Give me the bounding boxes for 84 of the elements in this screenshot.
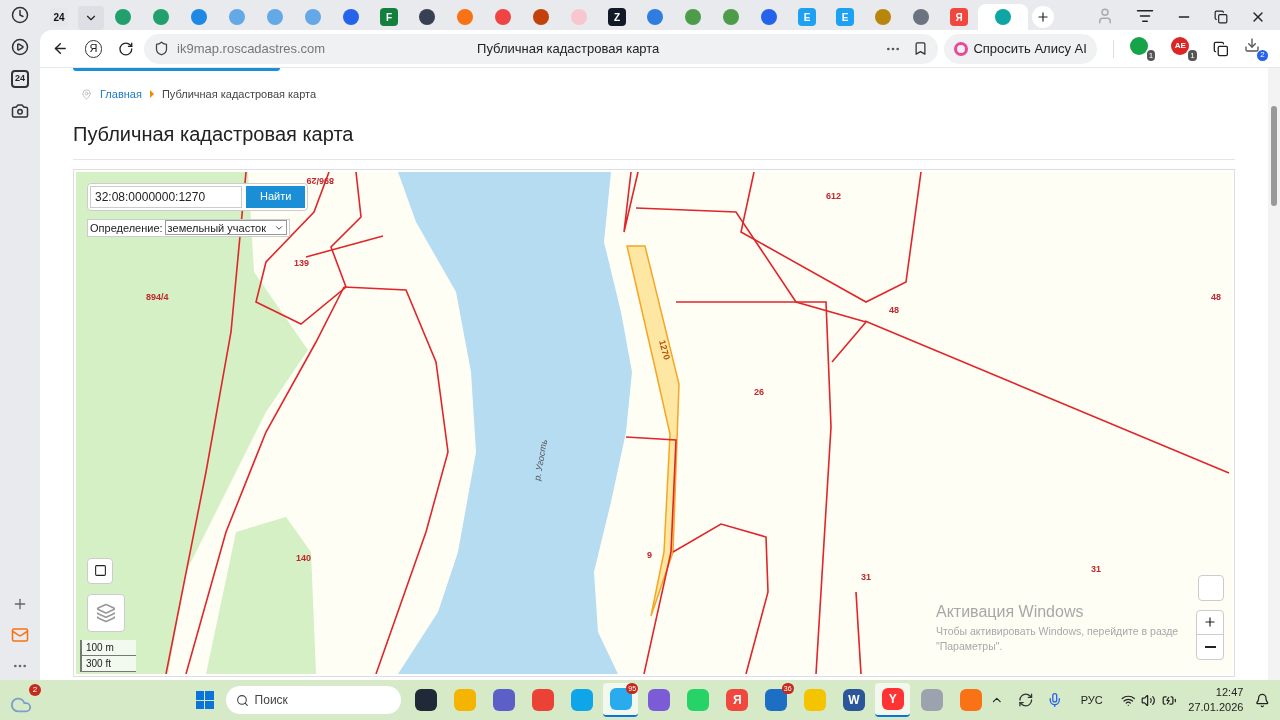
- downloads-button[interactable]: 2: [1244, 36, 1268, 61]
- app-icon: W: [842, 689, 865, 711]
- parcel-number: 894/4: [146, 291, 169, 302]
- page-title: Публичная кадастровая карта: [477, 39, 661, 58]
- selected-parcel[interactable]: [626, 244, 680, 617]
- browser-tab[interactable]: Z: [598, 4, 636, 30]
- count-badge: 2: [1257, 49, 1268, 61]
- clock[interactable]: 12:47 27.01.2026: [1188, 685, 1244, 715]
- activation-title: Активация Windows: [936, 601, 1085, 622]
- taskbar-app[interactable]: Я: [719, 683, 755, 717]
- history-icon[interactable]: [11, 6, 29, 24]
- breadcrumb-arrow-icon: [149, 90, 154, 99]
- parcel-number: 9: [647, 549, 652, 560]
- sync-icon[interactable]: [1017, 692, 1034, 708]
- restore-icon[interactable]: [1214, 10, 1228, 24]
- alice-icon: [954, 41, 969, 56]
- count-badge: 1: [1188, 49, 1197, 61]
- parcel-number: 31: [861, 571, 871, 582]
- plus-icon: [1203, 615, 1217, 629]
- new-tab-icon[interactable]: [1036, 10, 1050, 24]
- parcel-number: 48: [1211, 291, 1221, 302]
- parcel-number: 31: [1091, 563, 1101, 574]
- parcel-number: 612: [826, 190, 842, 201]
- parcel-number: 48: [889, 304, 899, 315]
- sidebar-app[interactable]: 24: [11, 70, 29, 88]
- language-indicator[interactable]: РУС: [1080, 691, 1103, 709]
- taskbar-app[interactable]: Y: [875, 683, 911, 717]
- favicon: Z: [608, 8, 626, 26]
- favicon: Я: [950, 8, 968, 26]
- app-icon: Y: [881, 688, 904, 710]
- activation-text: Чтобы активировать Windows, перейдите в разде: [936, 623, 1179, 639]
- url-text: ik9map.roscadastres.com: [177, 39, 327, 58]
- alice-button[interactable]: Спросить Алису AI: [944, 33, 1097, 64]
- notification-icon[interactable]: [1255, 692, 1270, 708]
- browser-tab[interactable]: Я: [940, 4, 978, 30]
- cadastral-number-field[interactable]: 32:08:0000000:1270: [90, 185, 242, 208]
- bookmark-icon[interactable]: [913, 41, 929, 56]
- download-icon: [1244, 36, 1261, 53]
- extension-button[interactable]: 1: [1129, 36, 1156, 61]
- reload-icon[interactable]: [118, 40, 135, 57]
- layers-button[interactable]: [87, 593, 125, 632]
- tab-list-icon[interactable]: [1136, 7, 1154, 25]
- extension-button[interactable]: AE 1: [1171, 36, 1197, 61]
- favicon: E: [798, 8, 816, 26]
- browser-tab[interactable]: F: [370, 4, 408, 30]
- scrollbar[interactable]: [1268, 68, 1280, 680]
- back-icon[interactable]: [52, 40, 69, 57]
- weather-widget[interactable]: 2: [10, 684, 41, 716]
- parcel-number: 896/29: [306, 175, 334, 186]
- page-heading: Публичная кадастровая карта: [73, 118, 1235, 160]
- mail-icon[interactable]: [11, 626, 29, 644]
- definition-select[interactable]: земельный участок: [164, 220, 287, 236]
- search-icon: [235, 693, 249, 707]
- layers-icon: [96, 602, 116, 623]
- add-icon[interactable]: [12, 596, 28, 612]
- start-icon[interactable]: [196, 691, 214, 709]
- camera-icon[interactable]: [11, 102, 29, 120]
- taskbar-search[interactable]: Поиск: [225, 686, 401, 714]
- parcel-number: 26: [754, 386, 764, 397]
- volume-icon[interactable]: [1141, 692, 1156, 708]
- count-badge: 2: [29, 684, 41, 696]
- find-button[interactable]: Найти: [246, 185, 306, 208]
- favicon: E: [836, 8, 854, 26]
- play-icon[interactable]: [11, 38, 29, 56]
- parcel-number: 139: [294, 257, 310, 268]
- address-bar[interactable]: ik9map.roscadastres.com Публичная кадастровая карта: [144, 33, 939, 64]
- shield-icon: [154, 41, 170, 56]
- count-badge: 1: [1146, 49, 1156, 61]
- parcel-number: 140: [296, 552, 312, 563]
- parcel-number: 1270: [657, 338, 672, 361]
- activation-text: "Параметры".: [936, 639, 1004, 655]
- breadcrumb-link[interactable]: Главная: [100, 86, 142, 103]
- pin-icon: [81, 88, 92, 100]
- definition-label: Определение:: [90, 220, 163, 236]
- microphone-icon[interactable]: [1047, 692, 1063, 708]
- taskbar-app[interactable]: W: [836, 683, 872, 717]
- breadcrumb-current: Публичная кадастровая карта: [161, 87, 317, 102]
- favicon: F: [380, 8, 398, 26]
- square-icon: [93, 564, 107, 577]
- browser-tab[interactable]: 24: [40, 4, 78, 30]
- minus-icon: [1204, 645, 1216, 648]
- app-icon: Я: [726, 689, 749, 711]
- river-label: р. Угость: [532, 438, 550, 481]
- extension-icon: AE: [1171, 36, 1190, 55]
